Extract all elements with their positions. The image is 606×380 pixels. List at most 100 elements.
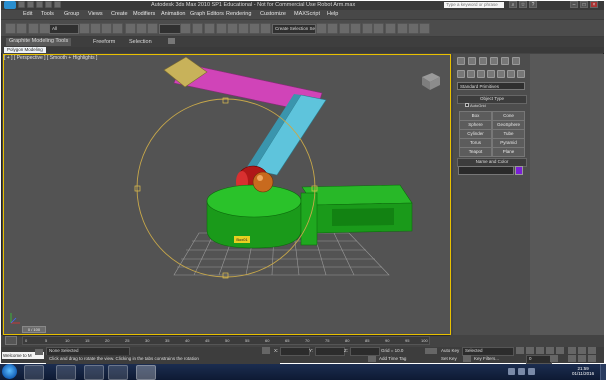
application-menu-icon[interactable] <box>4 1 16 9</box>
set-key-button[interactable]: Set Key <box>441 356 457 361</box>
key-icon[interactable] <box>425 348 437 354</box>
teapot-button[interactable]: Teapot <box>459 147 492 157</box>
menu-group[interactable]: Group <box>64 11 79 17</box>
cameras-icon[interactable] <box>487 70 495 78</box>
internet-explorer-icon[interactable] <box>24 365 44 380</box>
menu-tools[interactable]: Tools <box>41 11 54 17</box>
select-object-icon[interactable] <box>79 23 90 34</box>
word-icon[interactable] <box>108 365 128 380</box>
window-crossing-icon[interactable] <box>112 23 123 34</box>
time-tag-icon[interactable] <box>368 356 376 362</box>
tab-graphite-modeling-tools[interactable]: Graphite Modeling Tools <box>6 38 72 46</box>
go-to-end-icon[interactable] <box>556 347 564 354</box>
helpers-icon[interactable] <box>497 70 505 78</box>
spinner-snap-icon[interactable] <box>249 23 260 34</box>
percent-snap-icon[interactable] <box>238 23 249 34</box>
systems-icon[interactable] <box>517 70 525 78</box>
field-of-view-icon[interactable] <box>568 355 576 362</box>
graphite-toggle-icon[interactable] <box>350 23 361 34</box>
autogrid-checkbox[interactable] <box>465 103 469 107</box>
polygon-modeling-panel[interactable]: Polygon Modeling <box>4 47 46 53</box>
tab-freeform[interactable]: Freeform <box>93 39 115 45</box>
menu-create[interactable]: Create <box>111 11 128 17</box>
time-slider[interactable]: 0 / 100 <box>22 326 46 333</box>
search-icon[interactable]: ⌕ <box>509 1 517 8</box>
curve-editor-icon[interactable] <box>362 23 373 34</box>
snaps-toggle-icon[interactable] <box>216 23 227 34</box>
zoom-extents-icon[interactable] <box>588 347 596 354</box>
redo-tool-icon[interactable] <box>16 23 27 34</box>
absolute-mode-icon[interactable] <box>262 347 270 354</box>
quick-save-icon[interactable] <box>36 1 43 8</box>
display-tab-icon[interactable] <box>501 57 509 65</box>
lock-selection-icon[interactable] <box>35 349 43 355</box>
schematic-view-icon[interactable] <box>373 23 384 34</box>
next-frame-icon[interactable] <box>546 347 554 354</box>
time-ruler[interactable]: 0 5 10 15 20 25 30 35 40 45 50 55 60 65 … <box>22 336 430 345</box>
render-setup-icon[interactable] <box>397 23 408 34</box>
object-color-swatch[interactable] <box>515 166 523 175</box>
shapes-icon[interactable] <box>467 70 475 78</box>
modify-tab-icon[interactable] <box>468 57 476 65</box>
rectangular-selection-icon[interactable] <box>101 23 112 34</box>
selection-filter-dropdown[interactable]: All <box>49 24 79 34</box>
quick-open-icon[interactable] <box>27 1 34 8</box>
show-desktop-button[interactable] <box>600 364 606 380</box>
select-scale-icon[interactable] <box>147 23 158 34</box>
key-filters-button[interactable]: Key Filters... <box>474 356 499 361</box>
file-explorer-icon[interactable] <box>56 365 76 380</box>
menu-graph-editors[interactable]: Graph Editors <box>190 11 224 17</box>
system-clock[interactable]: 21:59 01/11/2016 <box>572 366 594 376</box>
menu-animation[interactable]: Animation <box>161 11 185 17</box>
tray-flag-icon[interactable] <box>528 368 535 375</box>
select-by-name-icon[interactable] <box>90 23 101 34</box>
auto-key-button[interactable]: Auto Key <box>441 348 459 353</box>
mini-curve-editor-icon[interactable] <box>5 336 17 345</box>
perspective-viewport[interactable] <box>3 54 451 335</box>
quick-new-icon[interactable] <box>18 1 25 8</box>
mirror-icon[interactable] <box>316 23 327 34</box>
align-icon[interactable] <box>327 23 338 34</box>
ribbon-options-icon[interactable] <box>168 38 175 44</box>
tray-network-icon[interactable] <box>508 368 515 375</box>
lights-icon[interactable] <box>477 70 485 78</box>
tab-selection[interactable]: Selection <box>129 39 152 45</box>
menu-maxscript[interactable]: MAXScript <box>294 11 320 17</box>
spacewarps-icon[interactable] <box>507 70 515 78</box>
set-key-icon[interactable] <box>463 355 471 362</box>
undo-icon[interactable] <box>45 1 52 8</box>
help-icon[interactable]: ? <box>529 1 537 8</box>
maximize-button[interactable]: □ <box>580 1 588 8</box>
help-search-input[interactable]: Type a keyword or phrase <box>444 2 504 8</box>
time-configuration-icon[interactable] <box>550 355 558 362</box>
pan-icon[interactable] <box>578 355 586 362</box>
menu-rendering[interactable]: Rendering <box>226 11 251 17</box>
material-editor-icon[interactable] <box>385 23 396 34</box>
keyboard-shortcut-icon[interactable] <box>204 23 215 34</box>
primitive-category-dropdown[interactable]: Standard Primitives <box>457 82 525 90</box>
reference-coordinate-dropdown[interactable] <box>159 24 181 34</box>
select-rotate-icon[interactable] <box>136 23 147 34</box>
select-manipulate-icon[interactable] <box>192 23 203 34</box>
zoom-all-icon[interactable] <box>578 347 586 354</box>
layer-manager-icon[interactable] <box>339 23 350 34</box>
3ds-max-task-icon[interactable] <box>136 365 156 380</box>
media-player-icon[interactable] <box>84 365 104 380</box>
named-selection-dropdown[interactable]: Create Selection Se <box>272 24 316 34</box>
z-coordinate-field[interactable] <box>350 347 380 356</box>
pivot-center-icon[interactable] <box>180 23 191 34</box>
play-icon[interactable] <box>536 347 544 354</box>
rendered-frame-icon[interactable] <box>408 23 419 34</box>
object-name-field[interactable] <box>458 166 514 175</box>
render-production-icon[interactable] <box>419 23 430 34</box>
undo-tool-icon[interactable] <box>5 23 16 34</box>
edit-named-selection-icon[interactable] <box>260 23 271 34</box>
tray-volume-icon[interactable] <box>518 368 525 375</box>
menu-customize[interactable]: Customize <box>260 11 286 17</box>
close-button[interactable]: × <box>590 1 598 8</box>
start-button[interactable] <box>2 364 17 379</box>
menu-edit[interactable]: Edit <box>23 11 32 17</box>
motion-tab-icon[interactable] <box>490 57 498 65</box>
add-time-tag-label[interactable]: Add Time Tag <box>379 356 406 361</box>
create-tab-icon[interactable] <box>457 57 465 65</box>
